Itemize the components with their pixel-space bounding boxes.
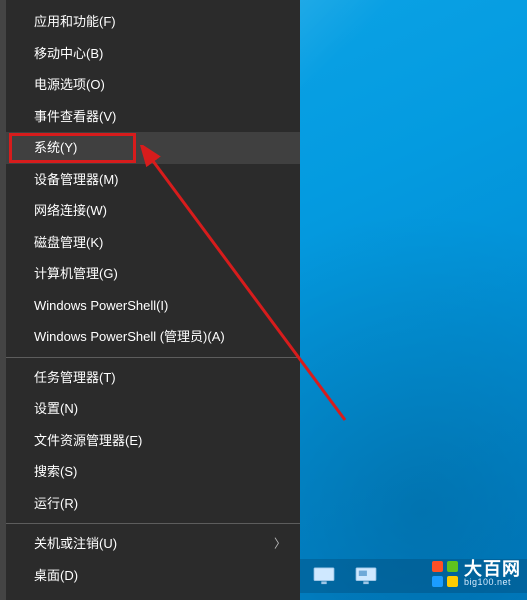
watermark-url: big100.net (464, 578, 521, 587)
menu-label: 计算机管理(G) (34, 266, 118, 281)
menu-item-event-viewer[interactable]: 事件查看器(V) (6, 101, 300, 133)
menu-item-settings[interactable]: 设置(N) (6, 393, 300, 425)
menu-label: 运行(R) (34, 496, 78, 511)
menu-label: 桌面(D) (34, 568, 78, 583)
menu-label: 设备管理器(M) (34, 172, 119, 187)
menu-label: 移动中心(B) (34, 46, 103, 61)
menu-item-disk-management[interactable]: 磁盘管理(K) (6, 227, 300, 259)
menu-item-powershell[interactable]: Windows PowerShell(I) (6, 290, 300, 322)
winx-power-menu: 应用和功能(F) 移动中心(B) 电源选项(O) 事件查看器(V) 系统(Y) … (6, 0, 300, 600)
menu-item-run[interactable]: 运行(R) (6, 488, 300, 520)
menu-label: 系统(Y) (34, 140, 77, 155)
menu-label: 事件查看器(V) (34, 109, 116, 124)
menu-label: 磁盘管理(K) (34, 235, 103, 250)
watermark-brand: 大百网 (464, 560, 521, 578)
menu-label: 设置(N) (34, 401, 78, 416)
menu-label: 应用和功能(F) (34, 14, 116, 29)
menu-separator (6, 357, 300, 358)
menu-item-network-connections[interactable]: 网络连接(W) (6, 195, 300, 227)
menu-item-computer-management[interactable]: 计算机管理(G) (6, 258, 300, 290)
screenshot-root: 应用和功能(F) 移动中心(B) 电源选项(O) 事件查看器(V) 系统(Y) … (0, 0, 527, 600)
menu-label: Windows PowerShell(I) (34, 298, 168, 313)
taskbar-icon-monitor1[interactable] (306, 562, 342, 590)
menu-label: 关机或注销(U) (34, 536, 117, 551)
watermark-logo-icon (432, 561, 458, 587)
menu-label: 电源选项(O) (34, 77, 105, 92)
menu-item-file-explorer[interactable]: 文件资源管理器(E) (6, 425, 300, 457)
menu-label: 文件资源管理器(E) (34, 433, 142, 448)
menu-item-powershell-admin[interactable]: Windows PowerShell (管理员)(A) (6, 321, 300, 353)
watermark: 大百网 big100.net (432, 560, 521, 587)
taskbar-icon-monitor2[interactable] (348, 562, 384, 590)
menu-item-device-manager[interactable]: 设备管理器(M) (6, 164, 300, 196)
menu-label: Windows PowerShell (管理员)(A) (34, 329, 225, 344)
chevron-right-icon: 〉 (274, 528, 286, 560)
menu-label: 搜索(S) (34, 464, 77, 479)
menu-item-desktop[interactable]: 桌面(D) (6, 560, 300, 592)
menu-item-task-manager[interactable]: 任务管理器(T) (6, 362, 300, 394)
menu-item-power-options[interactable]: 电源选项(O) (6, 69, 300, 101)
watermark-text: 大百网 big100.net (464, 560, 521, 587)
menu-label: 网络连接(W) (34, 203, 107, 218)
menu-item-system[interactable]: 系统(Y) (6, 132, 300, 164)
menu-label: 任务管理器(T) (34, 370, 116, 385)
menu-item-apps-features[interactable]: 应用和功能(F) (6, 6, 300, 38)
menu-item-shutdown[interactable]: 关机或注销(U) 〉 (6, 528, 300, 560)
menu-item-mobility-center[interactable]: 移动中心(B) (6, 38, 300, 70)
menu-item-search[interactable]: 搜索(S) (6, 456, 300, 488)
menu-separator (6, 523, 300, 524)
